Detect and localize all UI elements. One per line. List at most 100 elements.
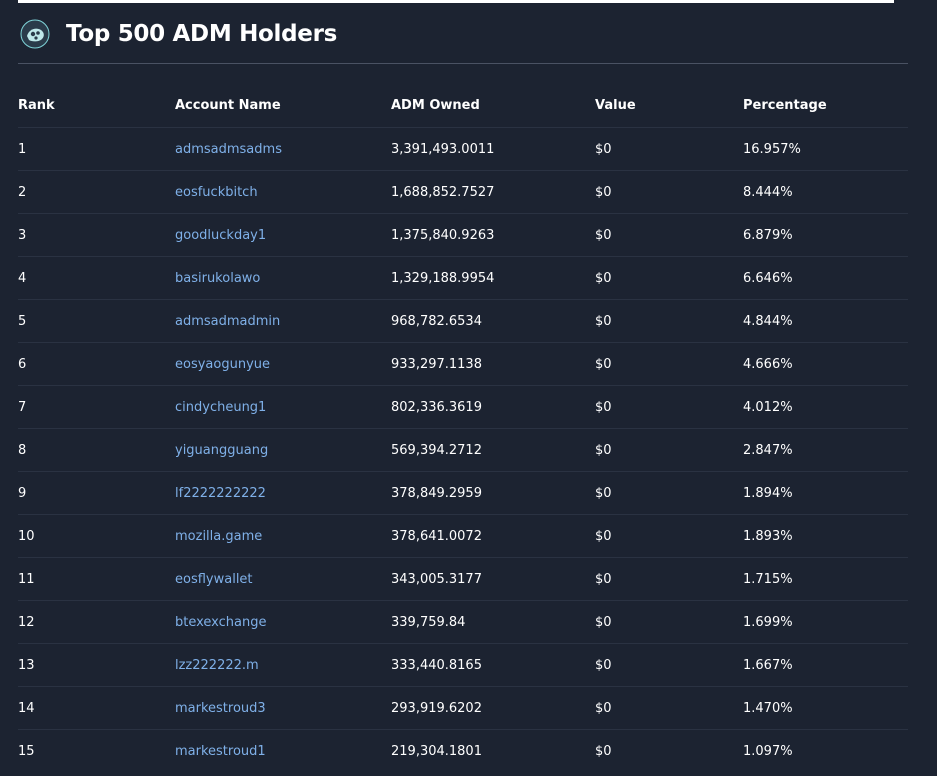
adm-owned-cell: 933,297.1138 bbox=[391, 342, 595, 386]
percentage-cell: 1.715% bbox=[743, 557, 908, 601]
account-link[interactable]: lzz222222.m bbox=[175, 643, 391, 687]
adm-owned-cell: 802,336.3619 bbox=[391, 385, 595, 429]
rank-cell: 4 bbox=[18, 256, 175, 300]
table-row: 9 lf2222222222 378,849.2959 $0 1.894% bbox=[18, 471, 908, 515]
value-cell: $0 bbox=[595, 127, 743, 171]
percentage-cell: 1.893% bbox=[743, 514, 908, 558]
account-link[interactable]: admsadmadmin bbox=[175, 299, 391, 343]
percentage-cell: 4.012% bbox=[743, 385, 908, 429]
value-cell: $0 bbox=[595, 743, 612, 759]
account-link[interactable]: eosflywallet bbox=[175, 557, 391, 601]
value-cell: $0 bbox=[595, 557, 743, 601]
rank-cell: 5 bbox=[18, 299, 175, 343]
value-cell: $0 bbox=[595, 686, 743, 730]
table-row: 15 markestroud1 219,304.1801 $0 1.097% bbox=[18, 730, 908, 773]
adm-owned-cell: 293,919.6202 bbox=[391, 686, 595, 730]
table-row: 14 markestroud3 293,919.6202 $0 1.470% bbox=[18, 686, 908, 730]
value-cell: $0 bbox=[595, 342, 743, 386]
page-header: Top 500 ADM Holders bbox=[18, 14, 908, 54]
rank-cell: 9 bbox=[18, 471, 175, 515]
column-header-value: Value bbox=[595, 84, 743, 128]
rank-cell: 14 bbox=[18, 686, 175, 730]
account-link[interactable]: eosyaogunyue bbox=[175, 342, 391, 386]
adm-owned-cell: 378,849.2959 bbox=[391, 471, 595, 515]
account-link[interactable]: basirukolawo bbox=[175, 256, 391, 300]
account-link[interactable]: lf2222222222 bbox=[175, 471, 391, 515]
holders-table: Rank Account Name ADM Owned Value Percen… bbox=[18, 84, 908, 772]
account-link[interactable]: cindycheung1 bbox=[175, 385, 391, 429]
rank-cell: 15 bbox=[18, 743, 35, 759]
account-link[interactable]: btexexchange bbox=[175, 600, 391, 644]
adm-owned-cell: 343,005.3177 bbox=[391, 557, 595, 601]
rank-cell: 11 bbox=[18, 557, 175, 601]
column-header-percentage: Percentage bbox=[743, 84, 908, 128]
value-cell: $0 bbox=[595, 643, 743, 687]
value-cell: $0 bbox=[595, 299, 743, 343]
account-link[interactable]: goodluckday1 bbox=[175, 213, 391, 257]
account-link[interactable]: yiguangguang bbox=[175, 428, 391, 472]
table-row: 2 eosfuckbitch 1,688,852.7527 $0 8.444% bbox=[18, 170, 908, 214]
value-cell: $0 bbox=[595, 170, 743, 214]
table-row: 12 btexexchange 339,759.84 $0 1.699% bbox=[18, 600, 908, 644]
table-row: 1 admsadmsadms 3,391,493.0011 $0 16.957% bbox=[18, 127, 908, 171]
adm-owned-cell: 3,391,493.0011 bbox=[391, 127, 595, 171]
table-row: 3 goodluckday1 1,375,840.9263 $0 6.879% bbox=[18, 213, 908, 257]
percentage-cell: 1.470% bbox=[743, 686, 908, 730]
value-cell: $0 bbox=[595, 600, 743, 644]
adm-owned-cell: 1,688,852.7527 bbox=[391, 170, 595, 214]
rank-cell: 12 bbox=[18, 600, 175, 644]
table-row: 10 mozilla.game 378,641.0072 $0 1.893% bbox=[18, 514, 908, 558]
header-divider bbox=[18, 63, 908, 64]
rank-cell: 6 bbox=[18, 342, 175, 386]
rank-cell: 10 bbox=[18, 514, 175, 558]
percentage-cell: 1.894% bbox=[743, 471, 908, 515]
percentage-cell: 1.699% bbox=[743, 600, 908, 644]
column-header-account-name: Account Name bbox=[175, 84, 391, 128]
percentage-cell: 8.444% bbox=[743, 170, 908, 214]
percentage-cell: 4.666% bbox=[743, 342, 908, 386]
adm-owned-cell: 378,641.0072 bbox=[391, 514, 595, 558]
adm-owned-cell: 333,440.8165 bbox=[391, 643, 595, 687]
percentage-cell: 1.667% bbox=[743, 643, 908, 687]
page-title: Top 500 ADM Holders bbox=[66, 21, 338, 47]
adm-owned-cell: 339,759.84 bbox=[391, 600, 595, 644]
column-header-rank: Rank bbox=[18, 84, 175, 128]
value-cell: $0 bbox=[595, 471, 743, 515]
percentage-cell: 6.879% bbox=[743, 213, 908, 257]
rank-cell: 8 bbox=[18, 428, 175, 472]
table-row: 8 yiguangguang 569,394.2712 $0 2.847% bbox=[18, 428, 908, 472]
rank-cell: 7 bbox=[18, 385, 175, 429]
value-cell: $0 bbox=[595, 385, 743, 429]
adm-owned-cell: 968,782.6534 bbox=[391, 299, 595, 343]
table-row: 4 basirukolawo 1,329,188.9954 $0 6.646% bbox=[18, 256, 908, 300]
column-header-adm-owned: ADM Owned bbox=[391, 84, 595, 128]
top-accent-bar bbox=[18, 0, 894, 3]
percentage-cell: 2.847% bbox=[743, 428, 908, 472]
adm-owned-cell: 1,329,188.9954 bbox=[391, 256, 595, 300]
rank-cell: 2 bbox=[18, 170, 175, 214]
percentage-cell: 16.957% bbox=[743, 127, 908, 171]
table-row: 11 eosflywallet 343,005.3177 $0 1.715% bbox=[18, 557, 908, 601]
rank-cell: 1 bbox=[18, 127, 175, 171]
adm-owned-cell: 219,304.1801 bbox=[391, 743, 482, 759]
value-cell: $0 bbox=[595, 256, 743, 300]
percentage-cell: 1.097% bbox=[743, 743, 793, 759]
table-row: 5 admsadmadmin 968,782.6534 $0 4.844% bbox=[18, 299, 908, 343]
account-link[interactable]: admsadmsadms bbox=[175, 127, 391, 171]
adm-owned-cell: 1,375,840.9263 bbox=[391, 213, 595, 257]
account-link[interactable]: mozilla.game bbox=[175, 514, 391, 558]
value-cell: $0 bbox=[595, 428, 743, 472]
percentage-cell: 6.646% bbox=[743, 256, 908, 300]
rank-cell: 3 bbox=[18, 213, 175, 257]
percentage-cell: 4.844% bbox=[743, 299, 908, 343]
value-cell: $0 bbox=[595, 514, 743, 558]
adm-token-logo-icon bbox=[20, 19, 50, 49]
table-header-row: Rank Account Name ADM Owned Value Percen… bbox=[18, 84, 908, 128]
table-row: 6 eosyaogunyue 933,297.1138 $0 4.666% bbox=[18, 342, 908, 386]
value-cell: $0 bbox=[595, 213, 743, 257]
adm-owned-cell: 569,394.2712 bbox=[391, 428, 595, 472]
table-row: 7 cindycheung1 802,336.3619 $0 4.012% bbox=[18, 385, 908, 429]
account-link[interactable]: eosfuckbitch bbox=[175, 170, 391, 214]
account-link[interactable]: markestroud1 bbox=[175, 730, 391, 773]
account-link[interactable]: markestroud3 bbox=[175, 686, 391, 730]
